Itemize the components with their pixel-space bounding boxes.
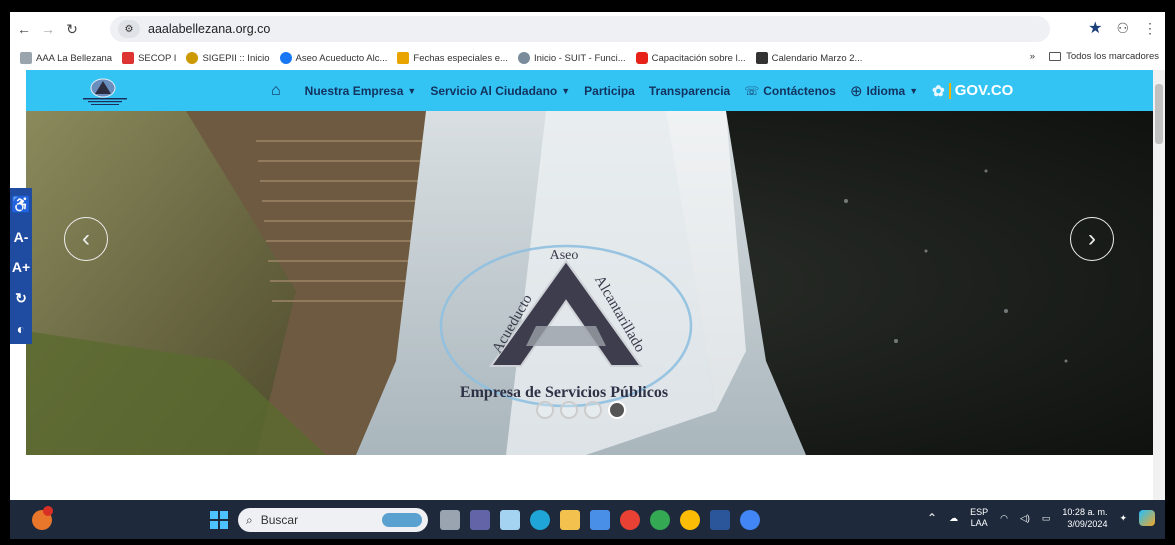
bookmark-item[interactable]: Capacitación sobre l... [635,52,746,64]
bookmark-item[interactable]: Inicio - SUIT - Funci... [517,52,626,64]
chrome-active-icon[interactable] [740,510,760,530]
scrollbar-thumb[interactable] [1155,84,1163,144]
url-text: aaalabellezana.org.co [148,22,271,36]
store-icon[interactable] [590,510,610,530]
address-bar[interactable]: ⚙ aaalabellezana.org.co [110,16,1050,42]
profile-icon[interactable]: ⚇ [1116,20,1129,37]
chevron-up-icon[interactable]: ⌃ [927,511,937,525]
slide-indicators [536,401,626,419]
clock[interactable]: 10:28 a. m. 3/09/2024 [1062,506,1107,530]
page-scrollbar[interactable] [1153,70,1165,510]
slide-dot[interactable] [536,401,554,419]
nav-transparencia[interactable]: Transparencia [649,84,730,98]
bookmark-item[interactable]: Calendario Marzo 2... [755,52,862,64]
govco-divider [948,82,951,99]
decrease-font-button[interactable]: A- [14,229,29,245]
slide-dot[interactable] [560,401,578,419]
govco-link[interactable]: ✿ GOV.CO [932,82,1013,100]
chrome-profile-icon[interactable] [650,510,670,530]
reset-icon[interactable]: ↻ [15,290,27,307]
accessibility-icon[interactable]: ♿ [11,195,31,215]
chrome-profile-icon[interactable] [680,510,700,530]
bookmark-item[interactable]: Fechas especiales e... [397,52,508,64]
bookmark-favicon-icon [517,52,530,64]
home-icon[interactable]: ⌂ [271,82,281,100]
caret-down-icon: ▼ [909,85,919,96]
bookmark-item[interactable]: AAA La Bellezana [20,52,112,64]
bookmark-favicon-icon [20,52,32,64]
taskbar-search[interactable]: ⌕ Buscar [238,508,428,532]
bookmark-favicon-icon [186,52,199,64]
bookmark-favicon-icon [122,52,135,64]
youtube-icon [635,52,648,64]
nav-contactenos[interactable]: ☏ Contáctenos [744,84,836,98]
browser-actions: ★ ⚇ ⋮ [1088,18,1157,38]
bookmark-item[interactable]: Aseo Acueducto Alc... [279,52,387,64]
slide-dot[interactable] [584,401,602,419]
govco-flower-icon: ✿ [932,82,945,100]
slide-dot-active[interactable] [608,401,626,419]
task-view-icon[interactable] [440,510,460,530]
notification-badge [43,506,53,516]
edge-icon[interactable] [530,510,550,530]
hero-logo-top: Aseo [550,248,579,263]
hero-slider: Aseo Acueducto Alcantarillado Empresa de… [26,111,1153,455]
folder-icon [1049,52,1062,61]
system-tray: ⌃ ☁ ESP LAA ◠ ◁) ▭ 10:28 a. m. 3/09/2024 ✦ [927,506,1155,530]
accessibility-bar: ♿ A- A+ ↻ ◐ [10,188,32,344]
nav-nuestra-empresa[interactable]: Nuestra Empresa ▼ [305,84,417,98]
volume-icon[interactable]: ◁) [1020,513,1030,524]
copilot-icon[interactable] [1139,510,1155,526]
language-indicator[interactable]: ESP LAA [970,507,988,529]
prev-slide-button[interactable]: ‹ [64,217,108,261]
contact-icon: ☏ [744,83,760,98]
taskbar: ⌕ Buscar ⌃ ☁ ESP LAA ◠ ◁) ▭ 10:28 a. m. 3/… [10,500,1165,539]
browser-toolbar: ← → ↻ ⚙ aaalabellezana.org.co ★ ⚇ ⋮ [10,12,1165,46]
bookmark-item[interactable]: SIGEPII :: Inicio [186,52,270,64]
menu-icon[interactable]: ⋮ [1143,20,1157,37]
notepad-icon[interactable] [500,510,520,530]
chrome-icon[interactable] [620,510,640,530]
nav-servicio-ciudadano[interactable]: Servicio Al Ciudadano ▼ [430,84,570,98]
bookmark-favicon-icon [397,52,410,64]
more-bookmarks-button[interactable]: » [1030,51,1035,62]
contrast-icon[interactable]: ◐ [17,321,25,337]
next-slide-button[interactable]: › [1070,217,1114,261]
search-icon: ⌕ [246,512,253,527]
windows-start-icon[interactable] [210,511,228,529]
calendar-icon [755,52,768,64]
bookmark-item[interactable]: SECOP I [122,52,176,64]
caret-down-icon: ▼ [407,85,417,96]
site-info-icon[interactable]: ⚙ [118,20,140,38]
hero-logo-bottom: Empresa de Servicios Públicos [460,384,668,401]
word-icon[interactable] [710,510,730,530]
file-explorer-icon[interactable] [560,510,580,530]
forward-icon[interactable]: → [38,19,58,39]
bookmark-star-icon[interactable]: ★ [1088,18,1102,38]
search-highlight-icon [382,513,422,527]
nav-idioma[interactable]: ⊕ Idioma ▼ [850,82,918,100]
teams-icon[interactable] [470,510,490,530]
bookmarks-right: » Todos los marcadores [1030,51,1159,62]
nav-participa[interactable]: Participa [584,84,635,98]
wifi-icon[interactable]: ◠ [1000,513,1008,524]
all-bookmarks-button[interactable]: Todos los marcadores [1049,51,1159,62]
reload-icon[interactable]: ↻ [62,19,82,39]
main-nav: ⌂ Nuestra Empresa ▼ Servicio Al Ciudadano… [271,70,1013,111]
back-icon[interactable]: ← [14,19,34,39]
globe-icon: ⊕ [849,82,863,100]
network-app-icon[interactable]: ☁ [949,513,958,524]
site-header: ⌂ Nuestra Empresa ▼ Servicio Al Ciudadano… [26,70,1153,111]
company-logo[interactable] [81,74,141,107]
bookmarks-bar: AAA La Bellezana SECOP I SIGEPII :: Inic… [10,46,1165,70]
increase-font-button[interactable]: A+ [12,259,30,275]
notification-icon[interactable]: ✦ [1119,513,1127,524]
facebook-icon [279,52,292,64]
battery-icon[interactable]: ▭ [1042,513,1051,524]
caret-down-icon: ▼ [561,85,571,96]
screen: ← → ↻ ⚙ aaalabellezana.org.co ★ ⚇ ⋮ AAA … [10,12,1165,539]
